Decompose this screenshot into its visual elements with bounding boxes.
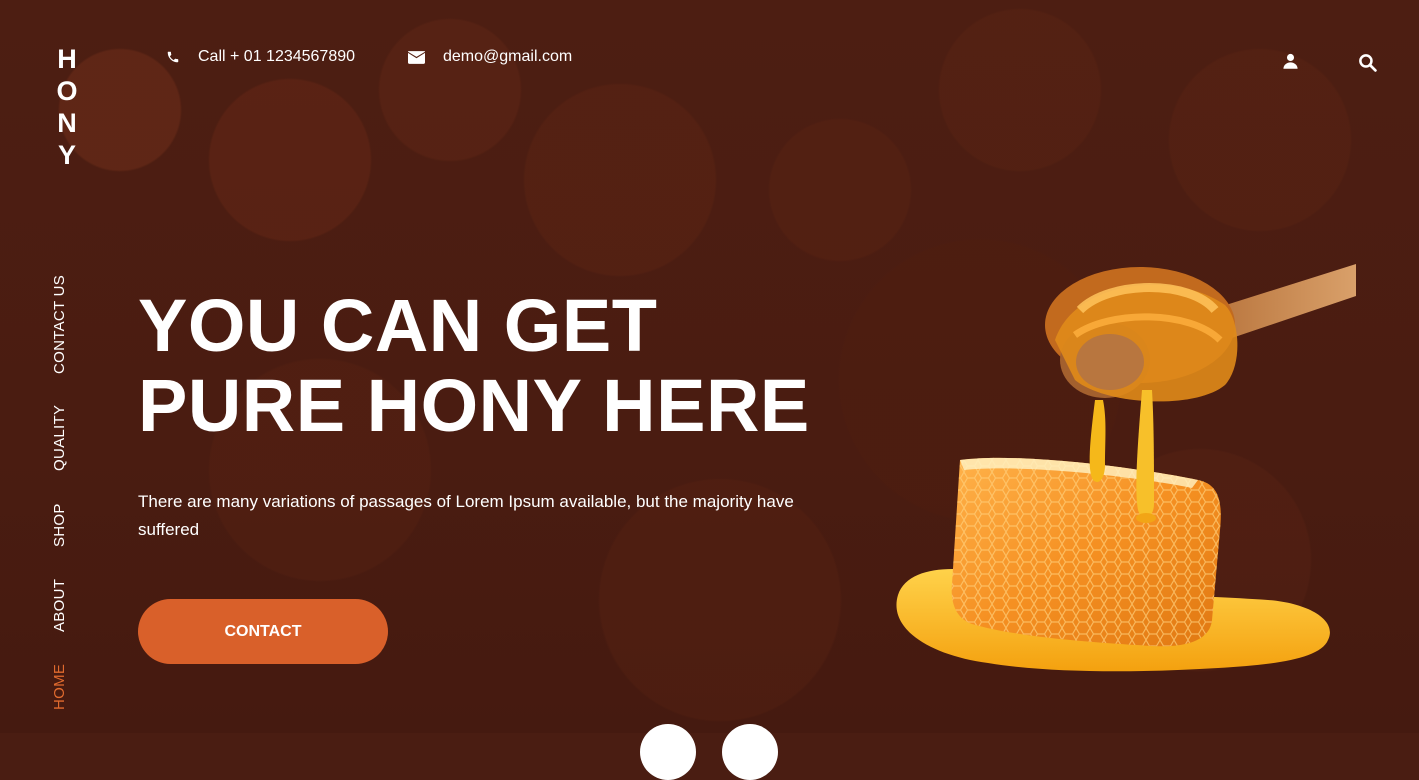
logo-letter: N [57, 108, 77, 138]
logo-letter: Y [57, 140, 76, 170]
logo-letter: O [56, 76, 78, 106]
side-navigation: HOME ABOUT SHOP QUALITY CONTACT US [46, 258, 74, 713]
user-icon[interactable] [1282, 52, 1299, 70]
phone-text: Call + 01 1234567890 [198, 48, 356, 65]
nav-item-contact-us[interactable]: CONTACT US [46, 275, 74, 374]
phone-contact[interactable]: Call + 01 1234567890 [166, 48, 355, 66]
hero-description: There are many variations of passages of… [138, 492, 794, 539]
honeycomb-dipper-image [896, 264, 1356, 672]
hero-title-line: PURE HONY HERE [138, 364, 810, 447]
email-text: demo@gmail.com [443, 48, 573, 65]
search-icon[interactable] [1358, 53, 1377, 72]
nav-item-about[interactable]: ABOUT [46, 579, 74, 632]
logo-letter: H [57, 44, 77, 74]
nav-item-quality[interactable]: QUALITY [46, 405, 74, 471]
contact-button[interactable]: CONTACT [138, 599, 388, 664]
envelope-icon [408, 50, 425, 64]
slider-dot[interactable] [640, 724, 696, 780]
nav-item-home[interactable]: HOME [46, 664, 74, 710]
slider-dot[interactable] [722, 724, 778, 780]
phone-icon [167, 51, 179, 63]
brand-logo[interactable]: H O N Y [55, 43, 79, 171]
email-contact[interactable]: demo@gmail.com [408, 48, 572, 66]
hero-title: YOU CAN GET PURE HONY HERE [138, 286, 810, 446]
hero-title-line: YOU CAN GET [138, 284, 658, 367]
nav-item-shop[interactable]: SHOP [46, 503, 74, 547]
